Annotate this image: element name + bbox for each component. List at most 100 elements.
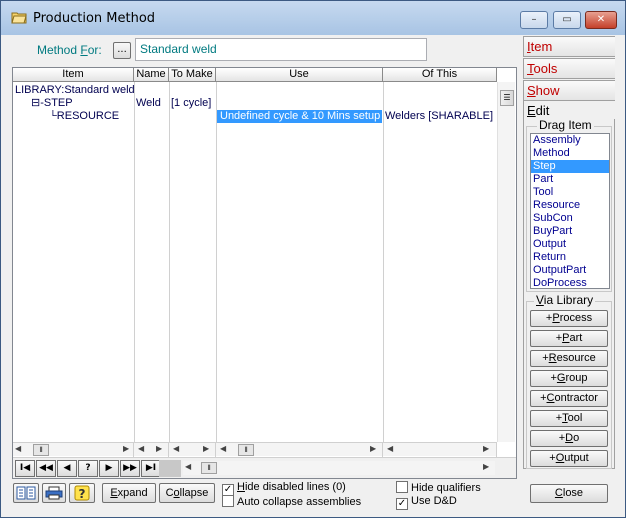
add-group-button[interactable]: +Group bbox=[530, 370, 608, 387]
drag-item-list[interactable]: Assembly Method Step Part Tool Resource SubCon… bbox=[530, 133, 610, 289]
ofthis-column-scrollbar[interactable]: ◀ ▶ bbox=[383, 443, 497, 457]
drag-item-label: Drag Item bbox=[537, 118, 594, 132]
split-view-button[interactable] bbox=[13, 483, 39, 503]
maximize-button[interactable]: ▭ bbox=[553, 11, 581, 29]
drag-item-tool[interactable]: Tool bbox=[531, 186, 609, 199]
column-header-use[interactable]: Use bbox=[216, 68, 383, 82]
scroll-left-icon[interactable]: ◀ bbox=[220, 444, 226, 453]
last-record-button[interactable]: ▶I bbox=[141, 460, 161, 477]
scroll-thumb-icon[interactable]: ☰ bbox=[500, 90, 514, 106]
scroll-left-icon[interactable]: ◀ bbox=[387, 444, 393, 453]
navigator-scrollbar[interactable]: ◀ ⦀ ▶ bbox=[183, 461, 495, 475]
print-button[interactable] bbox=[42, 483, 66, 503]
method-for-field[interactable]: Standard weld bbox=[135, 38, 427, 61]
row-tomake-step[interactable]: [1 cycle] bbox=[171, 97, 215, 110]
help-record-button[interactable]: ? bbox=[78, 460, 98, 477]
column-header-name[interactable]: Name bbox=[134, 68, 169, 82]
scroll-left-icon[interactable]: ◀ bbox=[138, 444, 144, 453]
drag-item-method[interactable]: Method bbox=[531, 147, 609, 160]
row-item-step[interactable]: ⊟-STEP bbox=[31, 97, 131, 110]
close-window-button[interactable]: ✕ bbox=[585, 11, 617, 29]
scroll-right-icon[interactable]: ▶ bbox=[203, 444, 209, 453]
drag-item-doprocess[interactable]: DoProcess bbox=[531, 277, 609, 290]
row-name-step[interactable]: Weld bbox=[136, 97, 168, 110]
scroll-thumb-icon[interactable]: ⦀ bbox=[238, 444, 254, 456]
scroll-right-icon[interactable]: ▶ bbox=[123, 444, 129, 453]
drag-item-step[interactable]: Step bbox=[531, 160, 609, 173]
auto-collapse-checkbox[interactable]: Auto collapse assemblies bbox=[222, 495, 361, 509]
drag-item-subcon[interactable]: SubCon bbox=[531, 212, 609, 225]
tab-item[interactable]: Item bbox=[523, 36, 615, 57]
first-record-button[interactable]: I◀ bbox=[15, 460, 35, 477]
production-method-window: Production Method – ▭ ✕ Method For: ... … bbox=[0, 0, 626, 518]
row-ofthis-resource[interactable]: Welders [SHARABLE] bbox=[385, 110, 496, 123]
scroll-right-icon[interactable]: ▶ bbox=[483, 444, 489, 453]
add-do-button[interactable]: +Do bbox=[530, 430, 608, 447]
column-divider bbox=[134, 82, 135, 442]
item-column-scrollbar[interactable]: ◀ ⦀ ▶ bbox=[13, 443, 134, 457]
column-divider bbox=[169, 82, 170, 442]
minimize-button[interactable]: – bbox=[520, 11, 548, 29]
hide-disabled-checkbox[interactable]: ✓ Hide disabled lines (0) bbox=[222, 481, 346, 496]
scroll-right-icon[interactable]: ▶ bbox=[156, 444, 162, 453]
help-question-icon: ? bbox=[74, 485, 90, 501]
scroll-left-icon[interactable]: ◀ bbox=[185, 462, 191, 471]
next-record-button[interactable]: ▶ bbox=[99, 460, 119, 477]
add-output-button[interactable]: +Output bbox=[530, 450, 608, 467]
close-button[interactable]: Close bbox=[530, 484, 608, 503]
grid-horizontal-scrollbars[interactable]: ◀ ⦀ ▶ ◀ ▶ ◀ ▶ ◀ ⦀ ▶ ◀ ▶ bbox=[13, 442, 497, 457]
column-divider bbox=[216, 82, 217, 442]
hide-qualifiers-checkbox[interactable]: Hide qualifiers bbox=[396, 481, 481, 495]
split-view-icon bbox=[16, 486, 36, 500]
column-divider bbox=[383, 82, 384, 442]
row-item-library[interactable]: LIBRARY:Standard weld bbox=[15, 84, 145, 97]
drag-item-output[interactable]: Output bbox=[531, 238, 609, 251]
add-tool-button[interactable]: +Tool bbox=[530, 410, 608, 427]
method-picker-button[interactable]: ... bbox=[113, 42, 131, 59]
scroll-thumb-icon[interactable]: ⦀ bbox=[33, 444, 49, 456]
printer-icon bbox=[45, 486, 63, 500]
previous-record-button[interactable]: ◀ bbox=[57, 460, 77, 477]
column-header-item[interactable]: Item bbox=[13, 68, 134, 82]
help-button[interactable]: ? bbox=[69, 483, 95, 503]
add-process-button[interactable]: +Process bbox=[530, 310, 608, 327]
drag-item-outputpart[interactable]: OutputPart bbox=[531, 264, 609, 277]
tab-show[interactable]: Show bbox=[523, 80, 615, 101]
previous-page-button[interactable]: ◀◀ bbox=[36, 460, 56, 477]
drag-item-assembly[interactable]: Assembly bbox=[531, 134, 609, 147]
scroll-left-icon[interactable]: ◀ bbox=[173, 444, 179, 453]
svg-text:?: ? bbox=[79, 487, 86, 501]
drag-item-return[interactable]: Return bbox=[531, 251, 609, 264]
collapse-button[interactable]: Collapse bbox=[159, 483, 215, 503]
drag-item-buypart[interactable]: BuyPart bbox=[531, 225, 609, 238]
drag-item-resource[interactable]: Resource bbox=[531, 199, 609, 212]
expand-button[interactable]: Expand bbox=[102, 483, 156, 503]
folder-icon bbox=[11, 12, 27, 24]
navigator-spacer bbox=[159, 460, 181, 477]
scroll-right-icon[interactable]: ▶ bbox=[370, 444, 376, 453]
scroll-left-icon[interactable]: ◀ bbox=[15, 444, 21, 453]
method-for-label: Method For: bbox=[37, 43, 102, 57]
name-column-scrollbar[interactable]: ◀ ▶ bbox=[134, 443, 169, 457]
dialog-body: Method For: ... Standard weld Item Name … bbox=[9, 35, 619, 511]
next-page-button[interactable]: ▶▶ bbox=[120, 460, 140, 477]
drag-item-part[interactable]: Part bbox=[531, 173, 609, 186]
use-column-scrollbar[interactable]: ◀ ⦀ ▶ bbox=[216, 443, 383, 457]
window-title: Production Method bbox=[33, 11, 156, 26]
row-use-resource[interactable]: Undefined cycle & 10 Mins setup bbox=[217, 110, 382, 123]
row-item-resource[interactable]: └RESOURCE bbox=[49, 110, 133, 123]
title-bar: Production Method – ▭ ✕ bbox=[1, 1, 625, 35]
scroll-thumb-icon[interactable]: ⦀ bbox=[201, 462, 217, 474]
use-dnd-checkbox[interactable]: ✓ Use D&D bbox=[396, 495, 457, 510]
add-contractor-button[interactable]: +Contractor bbox=[530, 390, 608, 407]
record-navigator: I◀ ◀◀ ◀ ? ▶ ▶▶ ▶I ◀ ⦀ ▶ bbox=[13, 457, 516, 478]
add-part-button[interactable]: +Part bbox=[530, 330, 608, 347]
method-grid[interactable]: Item Name To Make Use Of This LIBRARY:St… bbox=[12, 67, 517, 479]
grid-vertical-scrollbar[interactable]: ☰ bbox=[497, 82, 515, 442]
column-header-to-make[interactable]: To Make bbox=[169, 68, 216, 82]
scroll-right-icon[interactable]: ▶ bbox=[483, 462, 489, 471]
column-header-of-this[interactable]: Of This bbox=[383, 68, 497, 82]
tomake-column-scrollbar[interactable]: ◀ ▶ bbox=[169, 443, 216, 457]
tab-tools[interactable]: Tools bbox=[523, 58, 615, 79]
add-resource-button[interactable]: +Resource bbox=[530, 350, 608, 367]
